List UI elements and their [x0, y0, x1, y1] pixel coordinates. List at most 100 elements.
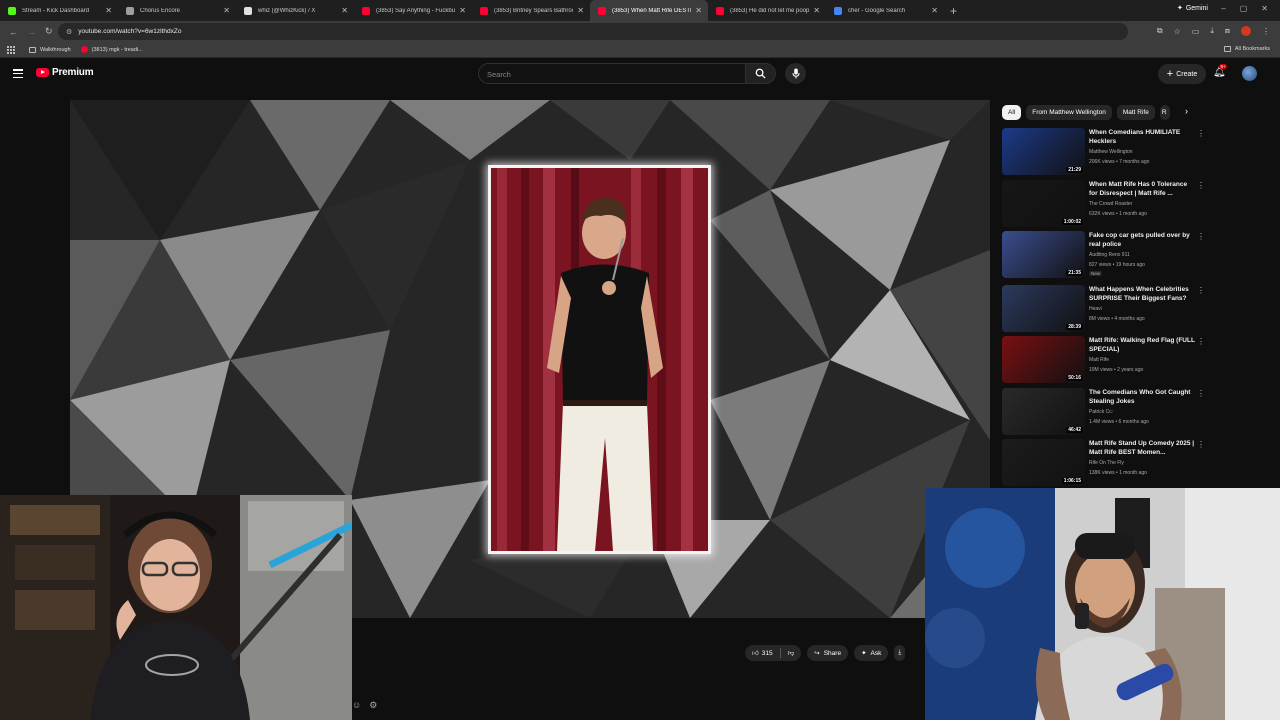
browser-tab[interactable]: (3853) He did not let me poop ✕	[708, 0, 826, 21]
more-options-icon[interactable]: ⋮	[1197, 181, 1205, 190]
browser-tab[interactable]: Chorus Encore ✕	[118, 0, 236, 21]
apps-icon[interactable]	[7, 45, 15, 54]
video-title[interactable]: Fake cop car gets pulled over by real po…	[1089, 232, 1197, 249]
browser-tab[interactable]: whiz (@WhizKick) / X ✕	[236, 0, 354, 21]
new-tab-button[interactable]: +	[950, 4, 957, 18]
side-panel-icon[interactable]: ▭	[1192, 27, 1200, 36]
recommended-video[interactable]: 46:42 The Comedians Who Got Caught Steali…	[1002, 388, 1205, 436]
chip-all[interactable]: All	[1002, 104, 1022, 120]
bookmark-walkthrough[interactable]: Walkthrough	[29, 46, 71, 53]
browser-tab[interactable]: (3853) Britney Spears Bathroom ✕	[472, 0, 590, 21]
video-thumbnail[interactable]: 50:16	[1002, 336, 1085, 383]
channel-name[interactable]: The Crowd Roaster	[1089, 201, 1132, 207]
channel-name[interactable]: Rife On The Fly	[1089, 460, 1124, 466]
youtube-icon	[80, 46, 88, 53]
voice-search-button[interactable]	[785, 63, 806, 84]
video-title[interactable]: The Comedians Who Got Caught Stealing Jo…	[1089, 389, 1197, 406]
tab-close-icon[interactable]: ✕	[223, 6, 230, 15]
channel-name[interactable]: Patrick Cc:	[1089, 409, 1113, 415]
dislike-button[interactable]: 👎︎	[788, 649, 795, 657]
settings-gear-icon[interactable]: ⚙	[369, 700, 377, 711]
video-meta: 19M views • 2 years ago	[1089, 367, 1144, 373]
browser-tab[interactable]: (3853) Say Anything - Fuckbud ✕	[354, 0, 472, 21]
search-button[interactable]	[746, 63, 776, 84]
hamburger-menu-icon[interactable]	[13, 69, 23, 78]
share-button[interactable]: ↪ Share	[807, 645, 849, 661]
tab-close-icon[interactable]: ✕	[931, 6, 938, 15]
bookmark-mgk[interactable]: (3813) mgk - treadi...	[80, 46, 143, 53]
tab-close-icon[interactable]: ✕	[813, 6, 820, 15]
maximize-icon[interactable]: ▢	[1240, 4, 1248, 13]
download-icon[interactable]: ⤓	[1210, 26, 1214, 36]
channel-name[interactable]: Matt Rife	[1089, 357, 1109, 363]
recommended-video[interactable]: 28:39 What Happens When Celebrities SURPR…	[1002, 285, 1205, 333]
recommended-video[interactable]: 21:29 When Comedians HUMILIATE Hecklers Ma…	[1002, 128, 1205, 176]
tab-close-icon[interactable]: ✕	[341, 6, 348, 15]
browser-tab[interactable]: (3853) When Matt Rife DESTR ✕	[590, 0, 708, 21]
chevron-right-icon[interactable]: ›	[1185, 106, 1188, 116]
channel-name[interactable]: Auditing Reno 911	[1089, 252, 1130, 258]
tab-close-icon[interactable]: ✕	[577, 6, 584, 15]
video-thumbnail[interactable]: 46:42	[1002, 388, 1085, 435]
channel-name[interactable]: Heavi	[1089, 306, 1102, 312]
more-options-icon[interactable]: ⋮	[1197, 286, 1205, 295]
download-button[interactable]: ⤓	[894, 645, 906, 661]
forward-icon[interactable]: →	[27, 27, 36, 37]
more-options-icon[interactable]: ⋮	[1197, 440, 1205, 449]
video-thumbnail[interactable]: 21:29	[1002, 128, 1085, 175]
video-thumbnail[interactable]: 28:39	[1002, 285, 1085, 332]
tab-close-icon[interactable]: ✕	[105, 6, 112, 15]
like-button[interactable]: 👍︎ 315	[752, 649, 773, 658]
create-button[interactable]: + Create	[1158, 64, 1206, 84]
site-info-icon[interactable]: ⚙	[66, 28, 72, 36]
video-duration: 28:39	[1066, 324, 1083, 330]
video-title[interactable]: Matt Rife: Walking Red Flag (FULL SPECIA…	[1089, 337, 1197, 354]
profile-avatar[interactable]	[1241, 26, 1251, 36]
video-duration: 21:35	[1066, 270, 1083, 276]
close-window-icon[interactable]: ✕	[1261, 4, 1268, 13]
extensions-icon[interactable]: ⧈	[1225, 26, 1230, 36]
youtube-logo[interactable]: Premium	[36, 67, 94, 78]
all-bookmarks[interactable]: All Bookmarks	[1223, 46, 1270, 52]
browser-menu-icon[interactable]: ⋮	[1262, 27, 1270, 36]
notifications-button[interactable]: 🔔︎ 9+	[1213, 64, 1228, 78]
video-title[interactable]: When Matt Rife Has 0 Tolerance for Disre…	[1089, 181, 1197, 198]
browser-tab[interactable]: cher - Google Search ✕	[826, 0, 944, 21]
ask-button[interactable]: ✦ Ask	[854, 645, 889, 661]
tab-close-icon[interactable]: ✕	[459, 6, 466, 15]
search-input[interactable]: Search	[478, 63, 746, 84]
video-title[interactable]: Matt Rife Stand Up Comedy 2025 | Matt Ri…	[1089, 440, 1197, 457]
recommended-video[interactable]: 1:00:02 When Matt Rife Has 0 Tolerance fo…	[1002, 180, 1205, 228]
gemini-button[interactable]: ✦ Gemini	[1177, 4, 1208, 13]
tab-close-icon[interactable]: ✕	[695, 6, 702, 15]
url-field[interactable]: ⚙ youtube.com/watch?v=6w1zlthdxZo	[58, 23, 1128, 40]
tab-title: Stream - Kick Dashboard	[22, 7, 90, 14]
account-avatar[interactable]	[1242, 66, 1257, 81]
video-duration: 46:42	[1066, 427, 1083, 433]
chip-matt-rife[interactable]: Matt Rife	[1116, 104, 1155, 120]
chip-from-channel[interactable]: From Matthew Wellington	[1026, 104, 1112, 120]
video-thumbnail[interactable]: 1:00:02	[1002, 180, 1085, 227]
minimize-icon[interactable]: –	[1221, 4, 1225, 13]
more-options-icon[interactable]: ⋮	[1197, 129, 1205, 138]
thumbs-up-icon: 👍︎	[752, 650, 759, 657]
video-title[interactable]: What Happens When Celebrities SURPRISE T…	[1089, 286, 1197, 303]
back-icon[interactable]: ←	[9, 27, 18, 37]
video-title[interactable]: When Comedians HUMILIATE Hecklers	[1089, 129, 1197, 146]
more-options-icon[interactable]: ⋮	[1197, 389, 1205, 398]
channel-name[interactable]: Matthew Wellington	[1089, 149, 1133, 155]
video-thumbnail[interactable]: 21:35	[1002, 231, 1085, 278]
install-app-icon[interactable]: ⧉	[1157, 26, 1163, 36]
tab-title: (3853) He did not let me poop	[730, 7, 810, 14]
more-options-icon[interactable]: ⋮	[1197, 337, 1205, 346]
recommended-video[interactable]: 1:06:15 Matt Rife Stand Up Comedy 2025 | …	[1002, 439, 1205, 487]
more-options-icon[interactable]: ⋮	[1197, 232, 1205, 241]
chip-related[interactable]: R	[1159, 104, 1170, 120]
recommended-video[interactable]: 50:16 Matt Rife: Walking Red Flag (FULL S…	[1002, 336, 1205, 384]
emoji-icon[interactable]: ☺	[352, 700, 361, 711]
bookmark-star-icon[interactable]: ☆	[1174, 27, 1181, 36]
browser-tab[interactable]: Stream - Kick Dashboard ✕	[0, 0, 118, 21]
reload-icon[interactable]: ↻	[45, 26, 53, 37]
recommended-video[interactable]: 21:35 Fake cop car gets pulled over by re…	[1002, 231, 1205, 279]
video-thumbnail[interactable]: 1:06:15	[1002, 439, 1085, 486]
